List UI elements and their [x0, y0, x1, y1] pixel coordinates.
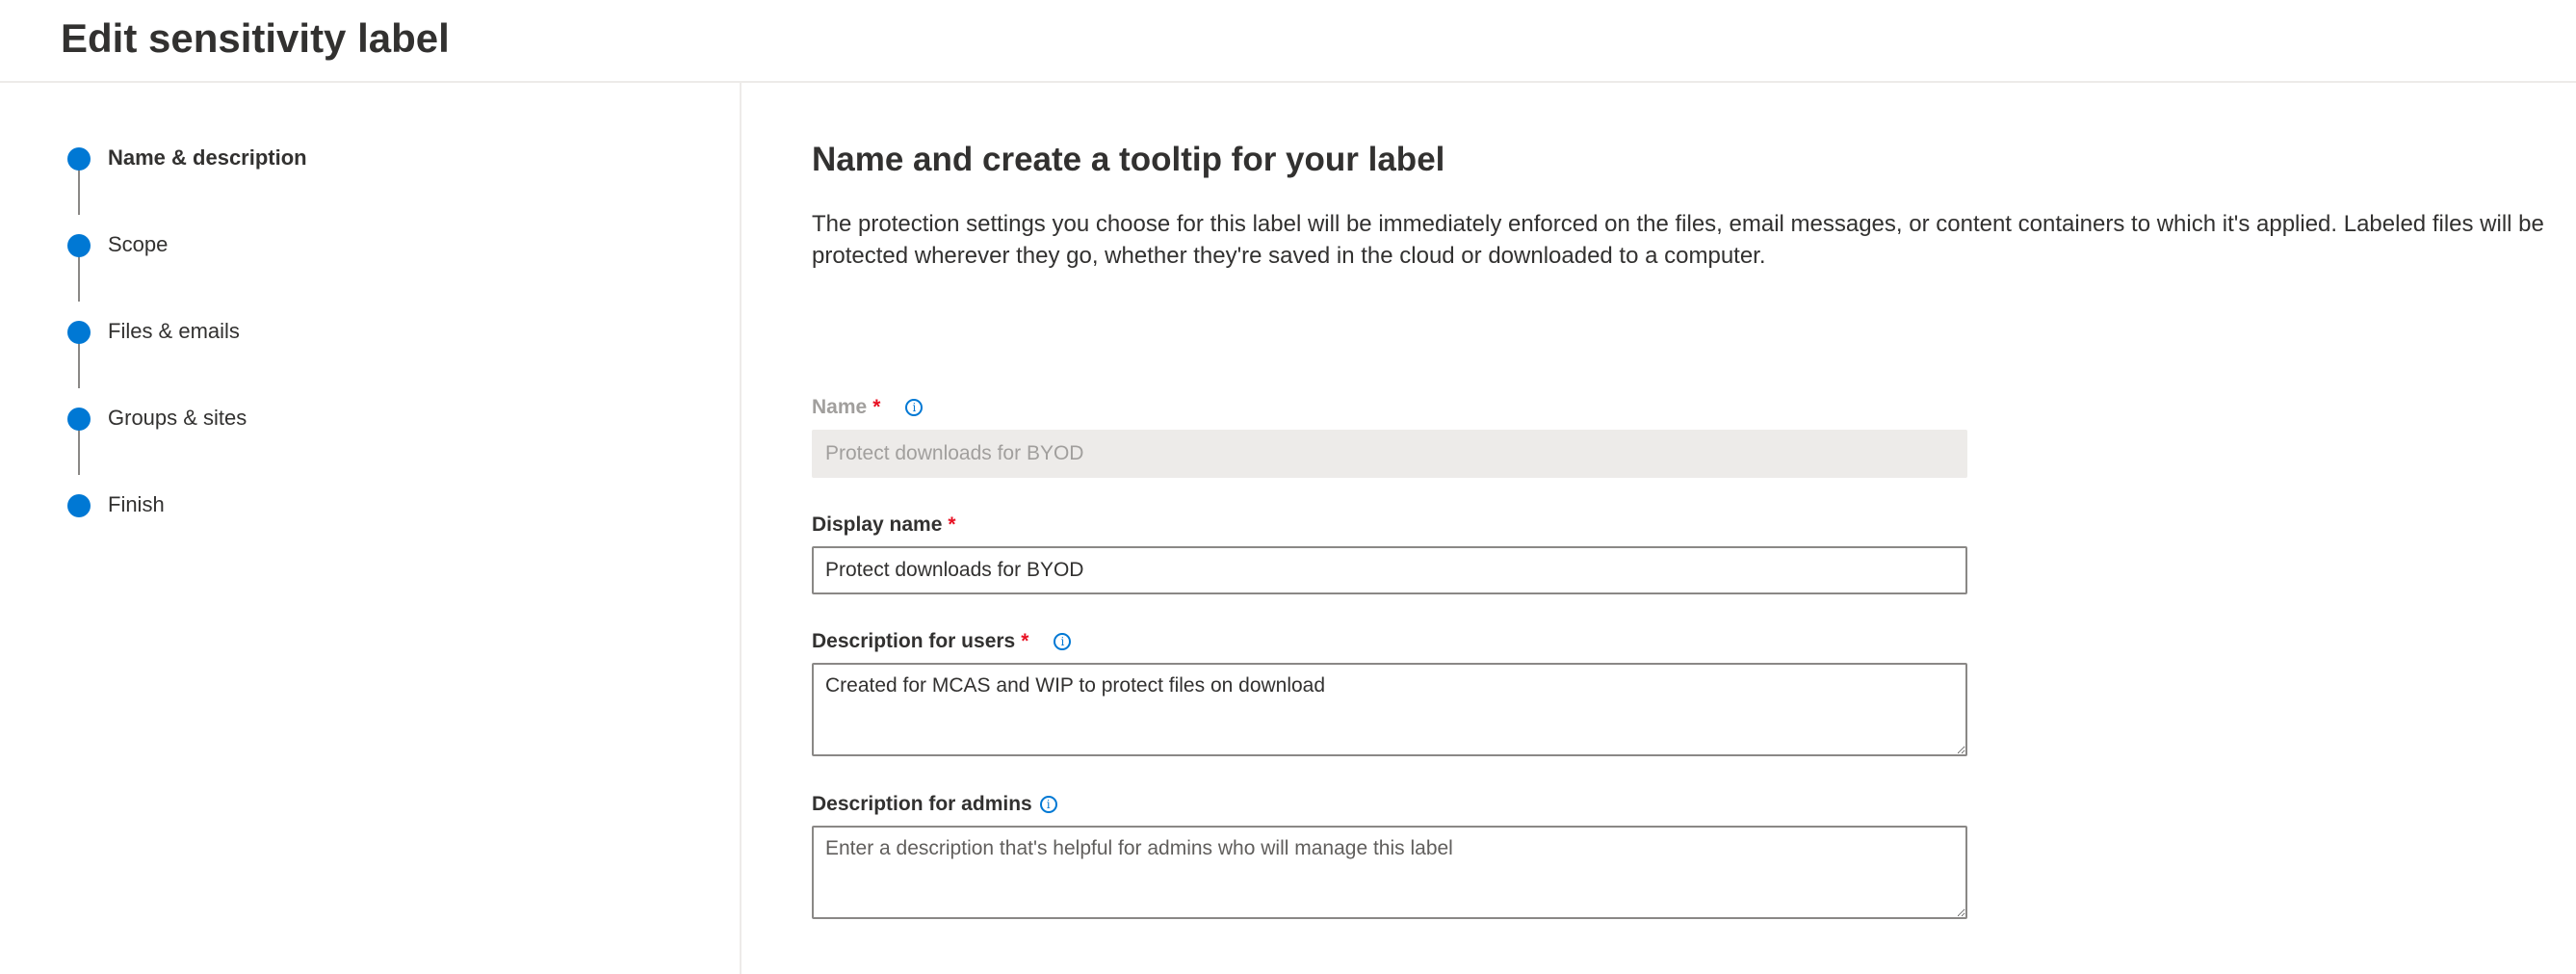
display-name-label-text: Display name [812, 513, 943, 536]
step-complete-icon [67, 494, 91, 517]
description-admins-textarea[interactable] [812, 826, 1967, 919]
info-icon[interactable]: i [1054, 633, 1072, 650]
step-label: Files & emails [108, 319, 240, 343]
page-title: Edit sensitivity label [61, 15, 450, 61]
page-header: Edit sensitivity label [0, 0, 2576, 83]
section-title: Name and create a tooltip for your label [812, 141, 1445, 178]
wizard-step-name-description[interactable]: Name & description [0, 140, 732, 178]
step-label: Finish [108, 492, 165, 516]
section-description: The protection settings you choose for t… [812, 211, 2544, 269]
description-users-label-text: Description for users [812, 630, 1016, 652]
info-icon[interactable]: i [905, 399, 924, 416]
step-label: Name & description [108, 145, 307, 170]
info-icon[interactable]: i [1039, 796, 1057, 813]
step-complete-icon [67, 321, 91, 344]
required-marker: * [1021, 630, 1029, 652]
step-complete-icon [67, 147, 91, 171]
description-admins-label-text: Description for admins [812, 793, 1032, 815]
wizard-step-finish[interactable]: Finish [0, 487, 732, 525]
required-marker: * [948, 513, 956, 536]
step-complete-icon [67, 408, 91, 431]
display-name-input[interactable] [812, 546, 1967, 594]
step-label: Groups & sites [108, 406, 247, 430]
name-input [812, 430, 1967, 478]
description-users-textarea[interactable]: Created for MCAS and WIP to protect file… [812, 663, 1967, 756]
description-admins-field-label: Description for admins i [812, 793, 1057, 816]
required-marker: * [872, 396, 881, 418]
wizard-step-files-emails[interactable]: Files & emails [0, 313, 732, 352]
edit-sensitivity-label-page: Edit sensitivity label Name & descriptio… [0, 0, 2576, 974]
wizard-step-groups-sites[interactable]: Groups & sites [0, 400, 732, 438]
name-field-label: Name * i [812, 396, 924, 419]
name-label-text: Name [812, 396, 868, 418]
step-complete-icon [67, 234, 91, 257]
wizard-steps: Name & description Scope Files & emails … [0, 83, 742, 974]
wizard-step-scope[interactable]: Scope [0, 226, 732, 265]
display-name-field-label: Display name * [812, 513, 956, 537]
step-label: Scope [108, 232, 169, 256]
description-users-field-label: Description for users * i [812, 630, 1072, 653]
